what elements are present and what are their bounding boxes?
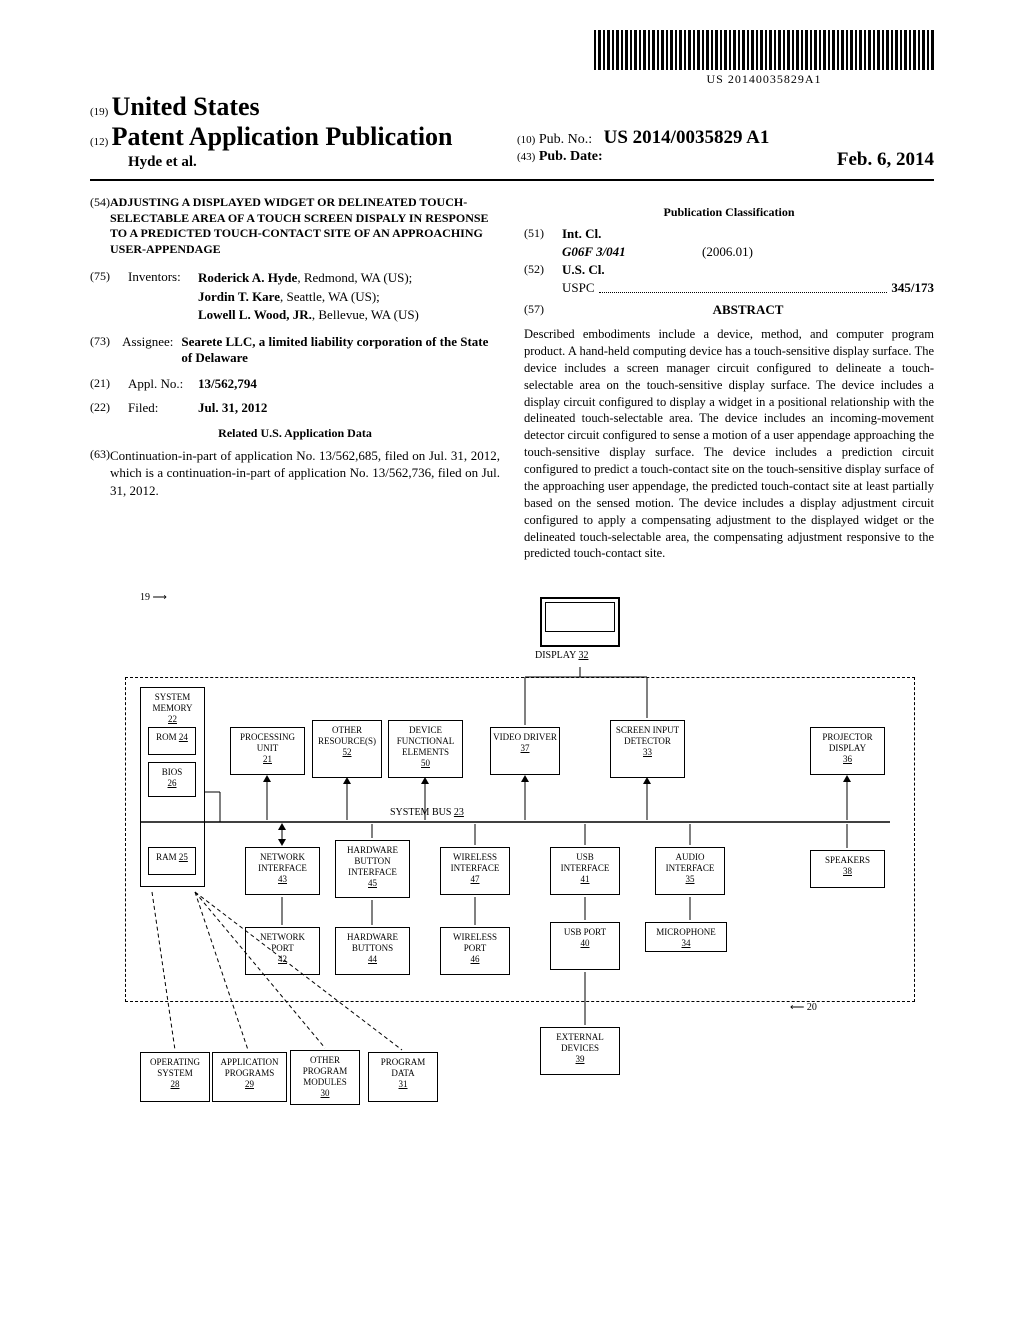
abstract-label: ABSTRACT [562,302,934,318]
pub-no: US 2014/0035829 A1 [604,127,770,148]
system-bus-label: SYSTEM BUS 23 [390,807,464,818]
uspc: 345/173 [891,280,934,296]
ref-20: ⟵ 20 [790,1002,817,1013]
screen-input-box: SCREEN INPUT DETECTOR33 [610,720,685,778]
video-driver-box: VIDEO DRIVER37 [490,727,560,775]
appl-no: 13/562,794 [198,376,257,392]
speakers-box: SPEAKERS38 [810,850,885,888]
num-43: (43) [517,151,535,163]
country: United States [112,92,260,121]
hw-buttons-box: HARDWARE BUTTONS44 [335,927,410,975]
patent-title: ADJUSTING A DISPLAYED WIDGET OR DELINEAT… [110,195,500,257]
us-cl-label: U.S. Cl. [562,262,605,278]
num-73: (73) [90,334,122,366]
int-cl-label: Int. Cl. [562,226,601,242]
block-diagram: 19 ⟶ DISPLAY 32 SYSTEM MEMORY22 ROM 24 B… [90,592,934,1172]
wireless-port-box: WIRELESS PORT46 [440,927,510,975]
ram-box: RAM 25 [148,847,196,875]
bios-box: BIOS26 [148,762,196,797]
main-dashed-box [125,677,915,1002]
assignee-label: Assignee: [122,334,181,366]
pub-date-label: Pub. Date: [539,149,603,164]
pub-no-label: Pub. No.: [539,132,592,147]
int-cl-year: (2006.01) [702,244,753,260]
num-21: (21) [90,376,128,392]
publication-type: Patent Application Publication [112,122,453,151]
ref-19: 19 ⟶ [140,592,167,603]
author-line: Hyde et al. [90,154,507,171]
num-10: (10) [517,134,535,146]
num-52: (52) [524,262,562,278]
pub-date: Feb. 6, 2014 [837,149,934,171]
external-devices-box: EXTERNAL DEVICES39 [540,1027,620,1075]
app-programs-box: APPLICATION PROGRAMS29 [212,1052,287,1102]
usb-port-box: USB PORT40 [550,922,620,970]
related-title: Related U.S. Application Data [90,426,500,441]
network-port-box: NETWORK PORT42 [245,927,320,975]
program-data-box: PROGRAM DATA31 [368,1052,438,1102]
barcode-region: US 20140035829A1 [90,30,934,87]
audio-interface-box: AUDIO INTERFACE35 [655,847,725,895]
num-51: (51) [524,226,562,242]
appl-no-label: Appl. No.: [128,376,198,392]
num-22: (22) [90,400,128,416]
uspc-label: USPC [562,280,595,296]
other-program-modules-box: OTHER PROGRAM MODULES30 [290,1050,360,1105]
other-resource-box: OTHER RESOURCE(S)52 [312,720,382,778]
usb-interface-box: USB INTERFACE41 [550,847,620,895]
int-cl: G06F 3/041 [562,244,702,260]
processing-unit-box: PROCESSING UNIT21 [230,727,305,775]
hw-button-interface-box: HARDWARE BUTTON INTERFACE45 [335,840,410,898]
device-functional-box: DEVICE FUNCTIONAL ELEMENTS50 [388,720,463,778]
abstract-text: Described embodiments include a device, … [524,326,934,562]
related-data: Continuation-in-part of application No. … [110,447,500,500]
monitor-icon [540,597,620,647]
num-12: (12) [90,136,108,148]
os-box: OPERATING SYSTEM28 [140,1052,210,1102]
num-75: (75) [90,269,128,324]
num-63: (63) [90,447,110,500]
rom-box: ROM 24 [148,727,196,755]
num-54: (54) [90,195,110,257]
microphone-box: MICROPHONE34 [645,922,727,952]
inventors-label: Inventors: [128,269,198,324]
inventors-list: Roderick A. Hyde, Redmond, WA (US); Jord… [198,269,419,324]
wireless-interface-box: WIRELESS INTERFACE47 [440,847,510,895]
filed-label: Filed: [128,400,198,416]
classification-title: Publication Classification [524,205,934,220]
network-interface-box: NETWORK INTERFACE43 [245,847,320,895]
dots [599,292,888,293]
num-57: (57) [524,302,562,318]
projector-box: PROJECTOR DISPLAY36 [810,727,885,775]
display-label: DISPLAY 32 [535,650,588,661]
filed-date: Jul. 31, 2012 [198,400,267,416]
barcode-bars [594,30,934,70]
divider [90,179,934,181]
num-19: (19) [90,106,108,118]
barcode-text: US 20140035829A1 [594,72,934,87]
assignee: Searete LLC, a limited liability corpora… [181,334,500,366]
